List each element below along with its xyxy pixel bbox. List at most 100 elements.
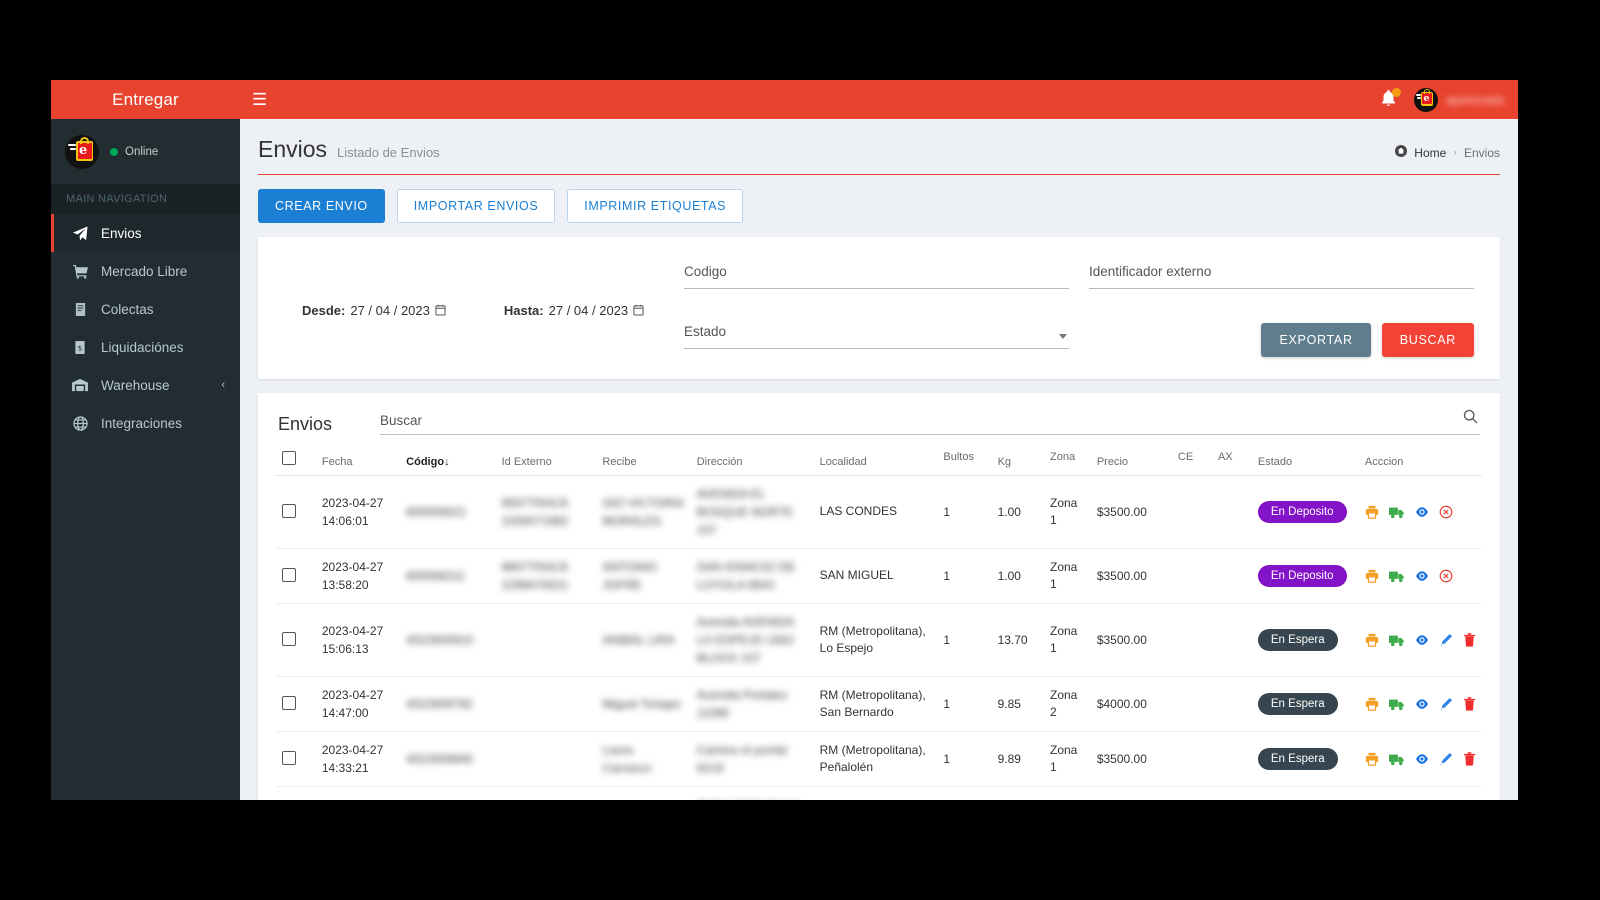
row-checkbox[interactable] <box>282 632 296 646</box>
printer-icon[interactable] <box>1365 505 1379 519</box>
column-header-bultos[interactable]: Bultos <box>937 451 991 476</box>
table-row: 2023-04-2713:58:208000082118857TRACK 229… <box>276 549 1482 604</box>
calendar-icon[interactable] <box>435 304 446 316</box>
cell-ax <box>1212 677 1252 732</box>
topbar-right: e aperturada <box>1380 88 1504 112</box>
direccion-value: Avenida AVENIDA LO ESPEJO 1563 BLOCK 107 <box>697 613 808 667</box>
cell-id-externo: 8557TRACK 2200071982 <box>496 476 597 549</box>
user-menu[interactable]: e aperturada <box>1414 88 1504 112</box>
eye-icon[interactable] <box>1415 697 1429 711</box>
table-row: 2023-04-2713:49:074022277885Consejo Parr… <box>276 787 1482 801</box>
row-select-cell <box>276 787 316 801</box>
sidebar-item-colectas[interactable]: Colectas <box>51 290 240 328</box>
sidebar-item-mercado-libre[interactable]: Mercado Libre <box>51 252 240 290</box>
cell-estado: En Deposito <box>1252 476 1359 549</box>
zona-value: Zona1 <box>1050 495 1085 530</box>
page-subtitle: Listado de Envios <box>337 145 440 160</box>
cell-ce <box>1172 732 1212 787</box>
truck-icon[interactable] <box>1389 753 1405 766</box>
row-checkbox[interactable] <box>282 696 296 710</box>
cell-ax <box>1212 787 1252 801</box>
select-all-checkbox[interactable] <box>282 451 296 465</box>
cell-fecha: 2023-04-2714:06:01 <box>316 476 400 549</box>
codigo-input[interactable]: Codigo <box>684 263 1069 289</box>
eye-icon[interactable] <box>1415 752 1429 766</box>
column-header-kg[interactable]: Kg <box>992 451 1044 476</box>
edit-icon[interactable] <box>1439 752 1453 766</box>
cell-estado: En Espera <box>1252 787 1359 801</box>
zona-value: Zona1 <box>1050 742 1085 777</box>
cell-zona: Zona1 <box>1044 732 1091 787</box>
printer-icon[interactable] <box>1365 633 1379 647</box>
hasta-date-field[interactable]: Hasta: 27 / 04 / 2023 <box>504 303 644 318</box>
eye-icon[interactable] <box>1415 505 1429 519</box>
crear-envio-button[interactable]: CREAR ENVIO <box>258 189 385 223</box>
column-header-direccion[interactable]: Dirección <box>691 451 814 476</box>
exportar-button[interactable]: EXPORTAR <box>1261 323 1370 357</box>
delete-icon[interactable] <box>1463 697 1476 711</box>
column-header-id-externo[interactable]: Id Externo <box>496 451 597 476</box>
breadcrumb-home[interactable]: Home <box>1414 146 1446 160</box>
sidebar-item-integraciones[interactable]: Integraciones <box>51 404 240 442</box>
sidebar-item-liquidaciones[interactable]: $ Liquidaciónes <box>51 328 240 366</box>
column-header-estado[interactable]: Estado <box>1252 451 1359 476</box>
printer-icon[interactable] <box>1365 697 1379 711</box>
cancel-icon[interactable] <box>1439 505 1453 519</box>
search-icon[interactable] <box>1463 409 1478 429</box>
truck-icon[interactable] <box>1389 698 1405 711</box>
buscar-button[interactable]: BUSCAR <box>1382 323 1474 357</box>
importar-envios-button[interactable]: IMPORTAR ENVIOS <box>397 189 556 223</box>
zona-value: Zona2 <box>1050 687 1085 722</box>
sidebar-item-envios[interactable]: Envios <box>51 214 240 252</box>
bell-icon[interactable] <box>1380 90 1398 110</box>
sidebar-item-warehouse[interactable]: Warehouse ‹ <box>51 366 240 404</box>
hamburger-icon[interactable]: ☰ <box>252 91 267 108</box>
truck-icon[interactable] <box>1389 570 1405 583</box>
truck-icon[interactable] <box>1389 634 1405 647</box>
sidebar-item-label: Mercado Libre <box>101 264 187 279</box>
column-header-fecha[interactable]: Fecha <box>316 451 400 476</box>
column-header-zona[interactable]: Zona <box>1044 451 1091 476</box>
table-search-input[interactable]: Buscar <box>380 413 1480 435</box>
column-header-codigo[interactable]: Código↓ <box>400 451 495 476</box>
column-header-precio[interactable]: Precio <box>1091 451 1172 476</box>
column-header-ce[interactable]: CE <box>1172 451 1212 476</box>
avatar: e <box>1414 88 1438 112</box>
filter-buttons: EXPORTAR BUSCAR <box>1089 323 1474 357</box>
localidad-value: RM (Metropolitana), San Bernardo <box>820 687 932 722</box>
eye-icon[interactable] <box>1415 633 1429 647</box>
imprimir-etiquetas-button[interactable]: IMPRIMIR ETIQUETAS <box>567 189 743 223</box>
cell-accion <box>1359 549 1482 604</box>
row-checkbox[interactable] <box>282 751 296 765</box>
chevron-down-icon <box>1059 334 1067 339</box>
app-window: Entregar e Online MAIN NAVIGATION Envios… <box>51 80 1518 800</box>
delete-icon[interactable] <box>1463 633 1476 647</box>
column-header-ax[interactable]: AX <box>1212 451 1252 476</box>
cell-ce <box>1172 476 1212 549</box>
row-checkbox[interactable] <box>282 504 296 518</box>
column-header-recibe[interactable]: Recibe <box>596 451 690 476</box>
row-checkbox[interactable] <box>282 568 296 582</box>
printer-icon[interactable] <box>1365 569 1379 583</box>
zona-value: Zona1 <box>1050 623 1085 658</box>
calendar-icon[interactable] <box>633 304 644 316</box>
delete-icon[interactable] <box>1463 752 1476 766</box>
edit-icon[interactable] <box>1439 697 1453 711</box>
cancel-icon[interactable] <box>1439 569 1453 583</box>
truck-icon[interactable] <box>1389 506 1405 519</box>
identificador-externo-input[interactable]: Identificador externo <box>1089 263 1474 289</box>
localidad-value: SAN MIGUEL <box>820 567 932 584</box>
eye-icon[interactable] <box>1415 569 1429 583</box>
estado-select[interactable]: Estado <box>684 323 1069 349</box>
table-row: 2023-04-2714:47:004022609792Miguel Torta… <box>276 677 1482 732</box>
column-header-localidad[interactable]: Localidad <box>814 451 938 476</box>
desde-value: 27 / 04 / 2023 <box>350 303 430 318</box>
desde-date-field[interactable]: Desde: 27 / 04 / 2023 <box>302 303 446 318</box>
cell-direccion: Camino el puntal 6218 <box>691 732 814 787</box>
fecha-date: 2023-04-27 <box>322 622 394 640</box>
edit-icon[interactable] <box>1439 633 1453 647</box>
cell-codigo: 800009021 <box>400 476 495 549</box>
printer-icon[interactable] <box>1365 752 1379 766</box>
id-externo-value: 8857TRACK 2299470021 <box>502 558 591 594</box>
fecha-date: 2023-04-27 <box>322 741 394 759</box>
